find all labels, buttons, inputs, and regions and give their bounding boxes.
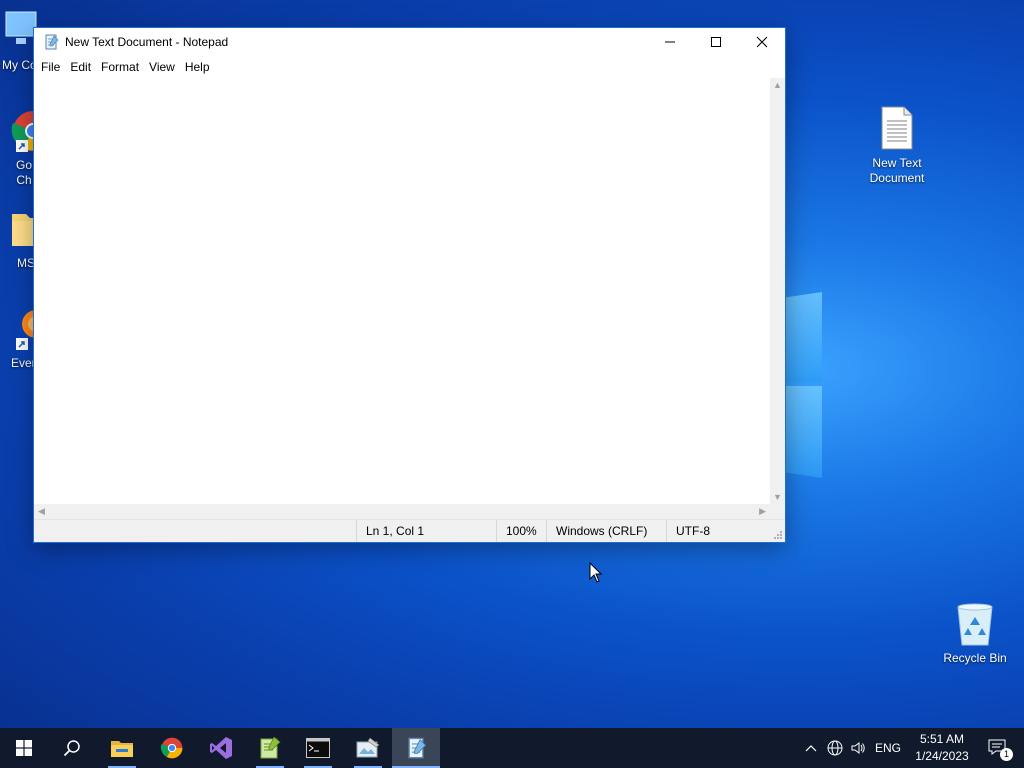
text-editor-area[interactable] (34, 78, 770, 504)
desktop-icon-label: My Co (2, 58, 37, 72)
search-icon (63, 740, 80, 757)
text-document-icon (881, 106, 913, 150)
language-indicator[interactable]: ENG (872, 728, 904, 768)
recycle-bin-icon (957, 603, 993, 646)
notification-badge: 1 (1000, 748, 1013, 761)
menu-format[interactable]: Format (96, 56, 144, 78)
status-encoding: UTF-8 (666, 520, 776, 542)
search-button[interactable] (48, 728, 96, 768)
status-bar: Ln 1, Col 1 100% Windows (CRLF) UTF-8 (34, 519, 785, 542)
shortcut-arrow-icon (16, 338, 28, 350)
visual-studio-icon (210, 737, 232, 759)
desktop-icon-new-text-document[interactable]: New Text Document (857, 106, 937, 186)
title-bar[interactable]: New Text Document - Notepad (34, 28, 785, 56)
resize-grip-icon[interactable] (773, 530, 783, 540)
close-icon (756, 36, 768, 48)
network-button[interactable] (824, 728, 846, 768)
start-button[interactable] (0, 728, 48, 768)
scroll-down-arrow-icon[interactable]: ▼ (773, 492, 782, 502)
maximize-button[interactable] (693, 28, 739, 56)
clock-time: 5:51 AM (919, 732, 965, 746)
status-cursor-position: Ln 1, Col 1 (356, 520, 496, 542)
notepad-icon (408, 737, 427, 759)
menu-help[interactable]: Help (180, 56, 215, 78)
desktop-icon-label: Recycle Bin (943, 651, 1007, 665)
menu-view[interactable]: View (144, 56, 180, 78)
horizontal-scrollbar[interactable]: ◀ ▶ (34, 504, 770, 520)
taskbar-visual-studio[interactable] (197, 728, 245, 768)
show-hidden-icons-button[interactable] (800, 728, 822, 768)
minimize-icon (665, 41, 675, 43)
status-line-ending: Windows (CRLF) (546, 520, 666, 542)
desktop-logo-pane-bottom (786, 386, 822, 478)
vertical-scrollbar[interactable]: ▲ ▼ (770, 78, 785, 504)
command-prompt-icon (306, 738, 330, 758)
speaker-icon (851, 742, 865, 754)
mouse-cursor-icon (589, 562, 603, 583)
desktop-icon-recycle-bin[interactable]: Recycle Bin (935, 601, 1015, 666)
desktop-icon-label: Ever (11, 356, 36, 370)
notepad-icon (45, 34, 59, 50)
paint-icon (356, 737, 380, 758)
desktop-icon-label-line2: Document (869, 171, 925, 185)
taskbar-notepad-plus-plus[interactable] (246, 728, 294, 768)
network-globe-icon (827, 740, 843, 756)
windows-start-icon (16, 740, 32, 756)
action-center-button[interactable]: 1 (978, 728, 1018, 768)
minimize-button[interactable] (647, 28, 693, 56)
taskbar-chrome[interactable] (148, 728, 196, 768)
desktop-logo-pane-top (786, 292, 822, 382)
taskbar-notepad[interactable] (392, 728, 440, 768)
menu-bar: File Edit Format View Help (34, 56, 785, 78)
menu-edit[interactable]: Edit (65, 56, 96, 78)
scroll-up-arrow-icon[interactable]: ▲ (773, 80, 782, 90)
maximize-icon (711, 37, 721, 47)
volume-button[interactable] (847, 728, 869, 768)
close-button[interactable] (739, 28, 785, 56)
language-label: ENG (874, 741, 901, 755)
scrollbar-corner (770, 504, 785, 520)
window-title: New Text Document - Notepad (65, 35, 229, 49)
file-explorer-icon (111, 741, 133, 757)
notepad-window[interactable]: New Text Document - Notepad File Edit Fo… (33, 27, 786, 543)
taskbar: ENG 5:51 AM 1/24/2023 1 (0, 728, 1024, 768)
notepad-plus-plus-icon (260, 736, 281, 759)
taskbar-file-explorer[interactable] (98, 728, 146, 768)
scroll-left-arrow-icon[interactable]: ◀ (38, 506, 45, 517)
google-chrome-icon (160, 737, 183, 759)
shortcut-arrow-icon (16, 140, 28, 152)
desktop-icon-label-line1: New Text (872, 156, 922, 170)
clock[interactable]: 5:51 AM 1/24/2023 (907, 731, 977, 765)
clock-date: 1/24/2023 (915, 749, 969, 763)
status-zoom: 100% (496, 520, 546, 542)
taskbar-command-prompt[interactable] (294, 728, 342, 768)
chevron-up-icon (805, 745, 817, 752)
scroll-right-arrow-icon[interactable]: ▶ (759, 506, 766, 517)
taskbar-paint[interactable] (344, 728, 392, 768)
desktop-icon-label: Go Ch (16, 158, 33, 187)
menu-file[interactable]: File (36, 56, 65, 78)
